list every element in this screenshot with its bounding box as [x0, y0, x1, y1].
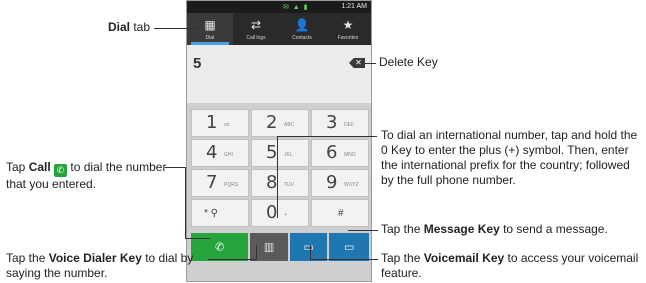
delete-key-label: Delete Key	[379, 55, 438, 69]
key-digit: 9	[326, 172, 338, 193]
message-label: Tap the Message Key to send a message.	[381, 222, 643, 237]
grid-icon: ▦	[204, 18, 216, 32]
call-label-bold: Call	[28, 160, 51, 174]
key-digit: 7	[206, 172, 218, 193]
tab-bar: ▦ Dial ⇄ Call logs 👤 Contacts ★ Favorite…	[187, 13, 371, 45]
callout-line-intl-h	[277, 136, 377, 137]
delete-key[interactable]: ✕	[349, 58, 365, 68]
key-8[interactable]: 8 TUV	[251, 169, 309, 197]
key-digit: 0	[266, 202, 278, 223]
key-digit: 4	[206, 142, 218, 163]
entered-number: 5	[193, 55, 202, 72]
number-entry-field[interactable]: 5 ✕	[187, 45, 371, 103]
voicemail-button[interactable]: ▭	[289, 233, 328, 261]
key-letters: PQRS	[224, 182, 239, 188]
tab-label: Favorites	[337, 35, 359, 41]
message-label-pre: Tap the	[381, 222, 424, 236]
status-time: 1:21 AM	[341, 3, 367, 10]
key-letters: DEF	[344, 122, 354, 128]
key-3[interactable]: 3 DEF	[311, 109, 369, 137]
international-label: To dial an international number, tap and…	[381, 128, 638, 187]
callout-line-voicemail	[310, 259, 378, 260]
star-icon: ★	[342, 18, 354, 32]
key-star[interactable]: * ⚲	[191, 199, 249, 227]
callout-line-call-end	[185, 238, 210, 239]
key-digit: 3	[326, 112, 338, 133]
key-letters: +	[284, 212, 287, 218]
dial-tab-rest: tab	[130, 20, 151, 34]
dial-tab-label: Dial tab	[108, 20, 150, 35]
key-4[interactable]: 4 GHI	[191, 139, 249, 167]
message-icon: ▭	[344, 241, 355, 254]
call-label-pre: Tap	[6, 160, 29, 174]
voicemail-label: Tap the Voicemail Key to access your voi…	[381, 251, 643, 281]
key-5[interactable]: 5 JKL	[251, 139, 309, 167]
key-letters: JKL	[284, 152, 293, 158]
tab-label: Call logs	[246, 35, 266, 41]
key-1[interactable]: 1 oo	[191, 109, 249, 137]
key-letters: WXYZ	[344, 182, 359, 188]
key-digit: 1	[206, 112, 218, 133]
callout-line-message	[348, 230, 378, 231]
contacts-icon: 👤	[294, 18, 310, 32]
tab-label: Dial	[205, 35, 215, 41]
voicemail-label-pre: Tap the	[381, 251, 424, 265]
keypad: 1 oo 2 ABC 3 DEF 4 GHI 5 JKL 6 MNO 7 PQRS 8 TUV …	[187, 103, 371, 281]
voice-dialer-label-bold: Voice Dialer Key	[48, 251, 142, 265]
tab-call-logs[interactable]: ⇄ Call logs	[233, 13, 279, 45]
key-2[interactable]: 2 ABC	[251, 109, 309, 137]
tab-label: Contacts	[292, 35, 312, 41]
key-symbol: * ⚲	[204, 208, 218, 219]
key-7[interactable]: 7 PQRS	[191, 169, 249, 197]
voicemail-icon: ▭	[303, 241, 314, 254]
action-row: ✆ ▥ ▭ ▭	[191, 233, 369, 261]
key-9[interactable]: 9 WXYZ	[311, 169, 369, 197]
key-0[interactable]: 0 +	[251, 199, 309, 227]
message-label-bold: Message Key	[423, 222, 500, 236]
phone-icon: ✆	[54, 164, 68, 177]
callout-line-voicemail-v	[310, 245, 311, 260]
voice-dialer-label-pre: Tap the	[6, 251, 49, 265]
key-digit: 5	[266, 142, 278, 163]
callout-line-voice-dialer	[208, 259, 256, 260]
message-label-post: to send a message.	[499, 222, 608, 236]
key-hash[interactable]: #	[311, 199, 369, 227]
tab-favorites[interactable]: ★ Favorites	[325, 13, 371, 45]
voice-dialer-icon: ▥	[263, 241, 275, 254]
tab-contacts[interactable]: 👤 Contacts	[279, 13, 325, 45]
key-digit: 8	[266, 172, 278, 193]
phone-icon: ✆	[215, 241, 225, 254]
tab-dial[interactable]: ▦ Dial	[187, 13, 233, 45]
dial-tab-bold: Dial	[108, 20, 131, 34]
dialer-screen: ✉ ▲ ▮ 1:21 AM ▦ Dial ⇄ Call logs 👤 Conta…	[186, 0, 372, 282]
key-letters: ABC	[284, 122, 295, 128]
call-label: Tap Call ✆ to dial the number that you e…	[6, 160, 171, 192]
key-symbol: #	[338, 208, 344, 219]
callout-line-dial	[154, 28, 200, 29]
voice-dialer-label: Tap the Voice Dialer Key to dial by sayi…	[6, 251, 211, 281]
key-digit: 2	[266, 112, 278, 133]
message-button[interactable]: ▭	[329, 233, 369, 261]
voicemail-icon: oo	[224, 122, 230, 128]
callout-line-call-v	[185, 167, 186, 239]
callout-line-intl-v	[277, 136, 278, 218]
status-bar: ✉ ▲ ▮ 1:21 AM	[187, 1, 371, 13]
key-letters: TUV	[284, 182, 294, 188]
key-digit: 6	[326, 142, 338, 163]
key-letters: GHI	[224, 152, 233, 158]
call-logs-icon: ⇄	[250, 18, 262, 32]
voicemail-label-bold: Voicemail Key	[423, 251, 505, 265]
keypad-grid: 1 oo 2 ABC 3 DEF 4 GHI 5 JKL 6 MNO 7 PQRS 8 TUV …	[191, 109, 369, 227]
status-icons: ✉ ▲ ▮	[283, 4, 309, 11]
callout-line-voice-dialer-v	[256, 245, 257, 260]
callout-line-delete	[364, 63, 376, 64]
key-6[interactable]: 6 MNO	[311, 139, 369, 167]
key-letters: MNO	[344, 152, 356, 158]
